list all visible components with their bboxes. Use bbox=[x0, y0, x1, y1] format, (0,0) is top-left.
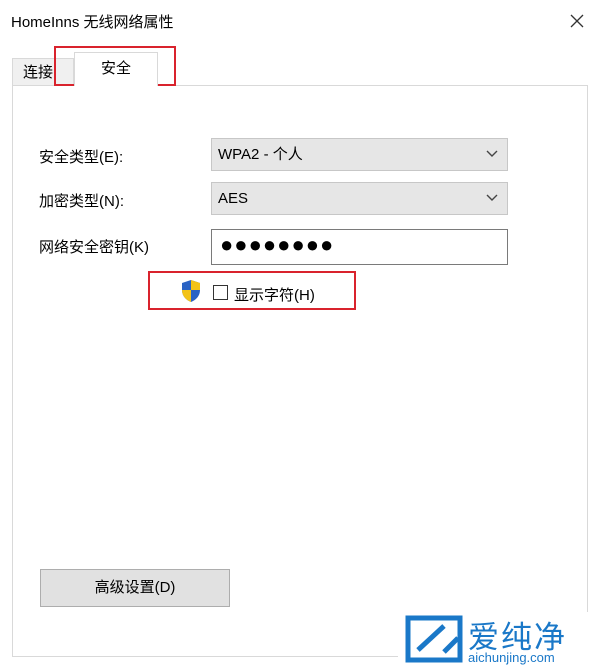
chevron-down-icon bbox=[486, 150, 498, 157]
encryption-type-label: 加密类型(N): bbox=[39, 193, 124, 210]
encryption-type-select[interactable]: AES bbox=[211, 182, 508, 215]
watermark-url: aichunjing.com bbox=[468, 650, 555, 665]
security-type-label: 安全类型(E): bbox=[39, 149, 124, 166]
close-icon bbox=[570, 14, 584, 28]
chevron-down-icon bbox=[486, 194, 498, 201]
encryption-type-value: AES bbox=[218, 190, 249, 207]
advanced-settings-button[interactable]: 高级设置(D) bbox=[40, 569, 230, 607]
checkbox-highlight-box bbox=[148, 271, 356, 310]
security-type-select[interactable]: WPA2 - 个人 bbox=[211, 138, 508, 171]
window-title: HomeInns 无线网络属性 bbox=[11, 14, 174, 31]
watermark: 爱纯净 aichunjing.com bbox=[398, 612, 600, 668]
tab-strip: 连接 安全 bbox=[12, 52, 590, 86]
watermark-logo-icon bbox=[405, 615, 463, 663]
network-key-label: 网络安全密钥(K) bbox=[39, 239, 149, 256]
security-type-value: WPA2 - 个人 bbox=[218, 146, 303, 163]
close-button[interactable] bbox=[564, 8, 590, 34]
network-key-input[interactable]: ●●●●●●●● bbox=[211, 229, 508, 265]
title-bar: HomeInns 无线网络属性 bbox=[0, 0, 600, 42]
tab-security[interactable]: 安全 bbox=[74, 52, 158, 86]
